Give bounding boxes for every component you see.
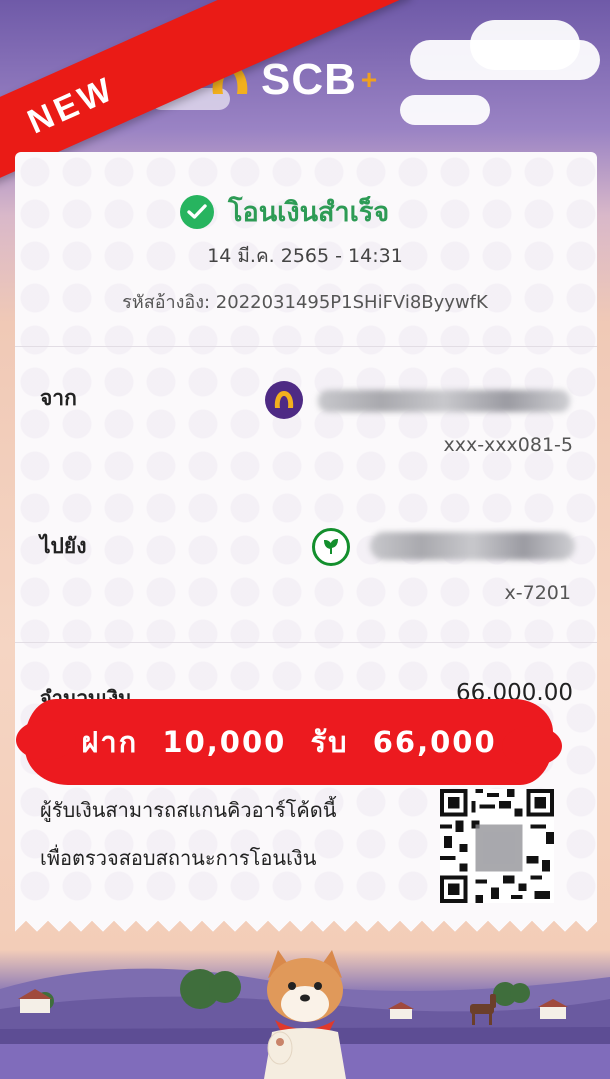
cloud — [470, 20, 580, 70]
recipient-account: x-7201 — [504, 582, 571, 604]
transfer-datetime: 14 มี.ค. 2565 - 14:31 — [207, 245, 403, 267]
promo-receive-word: รับ — [310, 725, 349, 759]
promo-deposit-amount: 10,000 — [162, 725, 287, 759]
brand-name: SCB — [261, 55, 357, 104]
sender-name-blurred — [318, 390, 570, 412]
shiba-dog-mascot — [264, 950, 346, 1079]
sender-account: xxx-xxx081-5 — [443, 434, 573, 456]
qr-note-line1: ผู้รับเงินสามารถสแกนคิวอาร์โค้ดนี้ — [40, 798, 337, 822]
promo-deposit-word: ฝาก — [81, 725, 139, 759]
cloud — [400, 95, 490, 125]
status-text: โอนเงินสำเร็จ — [228, 197, 390, 228]
scb-bank-icon — [265, 381, 303, 419]
recipient-name-blurred — [370, 532, 575, 560]
reference-number: รหัสอ้างอิง: 2022031495P1SHiFVi8ByywfK — [122, 292, 488, 313]
qr-code[interactable] — [440, 789, 554, 903]
to-label: ไปยัง — [40, 534, 87, 558]
divider — [15, 642, 597, 643]
qr-note-line2: เพื่อตรวจสอบสถานะการโอนเงิน — [40, 846, 317, 870]
kbank-bank-icon — [312, 528, 350, 566]
transfer-status: โอนเงินสำเร็จ — [180, 190, 389, 233]
brand-plus: + — [360, 64, 378, 95]
divider — [15, 346, 597, 347]
from-label: จาก — [40, 386, 77, 410]
slip-card-zigzag-edge — [15, 910, 597, 932]
promo-banner: ฝาก 10,000 รับ 66,000 — [16, 702, 562, 782]
new-ribbon-label: NEW — [21, 69, 121, 141]
promo-text: ฝาก 10,000 รับ 66,000 — [81, 719, 496, 765]
check-circle-icon — [180, 194, 214, 229]
promo-receive-amount: 66,000 — [372, 725, 497, 759]
